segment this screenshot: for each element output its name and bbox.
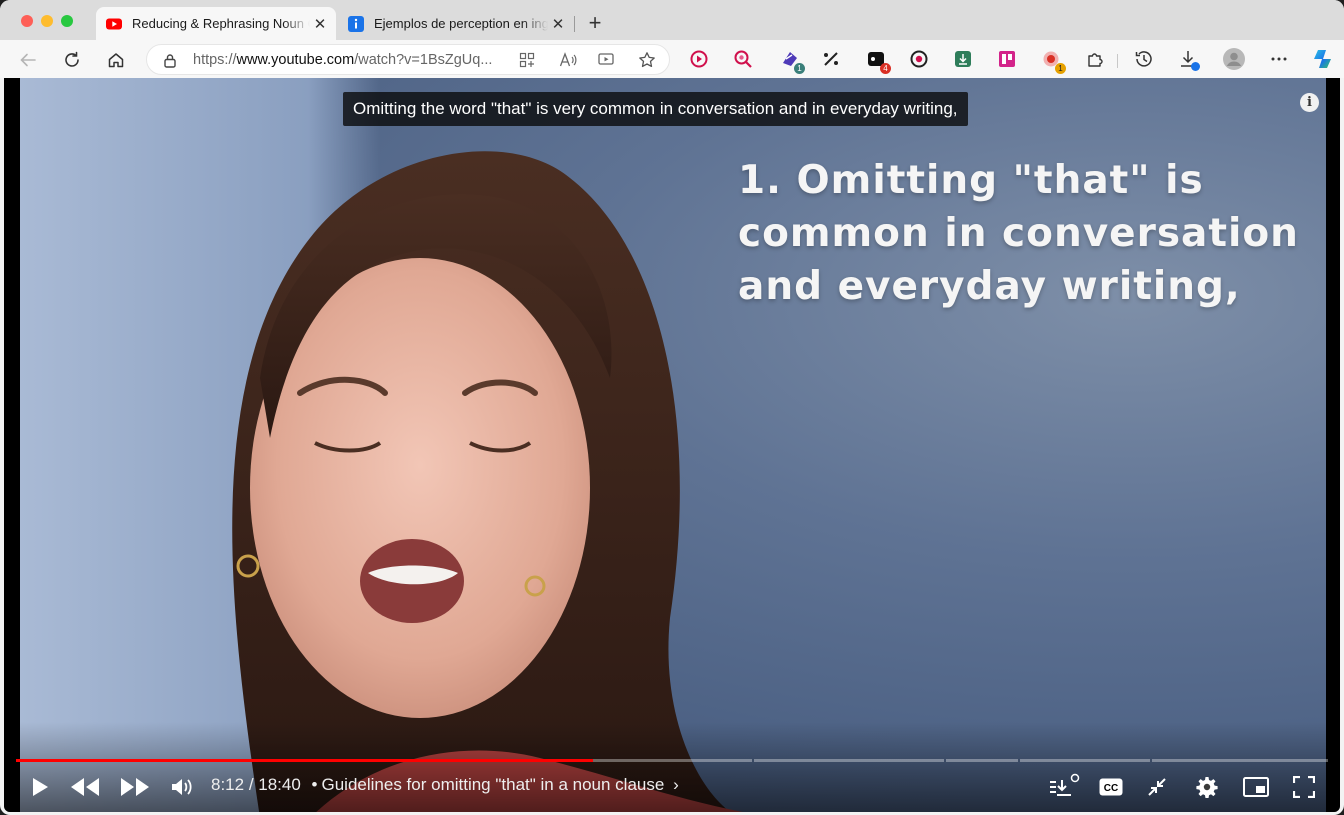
subtitles-cc-icon[interactable]: CC: [1098, 772, 1124, 802]
rewind-icon[interactable]: [68, 772, 102, 802]
home-icon[interactable]: [104, 48, 128, 72]
chapter-segment[interactable]: [576, 759, 752, 762]
purple-extension-icon[interactable]: 1: [780, 49, 805, 74]
chapter-segment[interactable]: [1020, 759, 1150, 762]
extension-badge: 4: [880, 63, 891, 74]
dots-extension-icon[interactable]: [821, 49, 841, 69]
time-total: 18:40: [258, 775, 301, 794]
chapter-chevron-icon[interactable]: ›: [673, 775, 679, 794]
extensions-puzzle-icon[interactable]: [1085, 49, 1105, 69]
extension-badge: 1: [794, 63, 805, 74]
volume-icon[interactable]: [168, 772, 196, 802]
tab-ejemplos[interactable]: Ejemplos de perception en inglés ✕: [338, 7, 574, 40]
video-player[interactable]: 1. Omitting "that" is common in conversa…: [4, 78, 1340, 812]
window-close-button[interactable]: [21, 15, 33, 27]
board-extension-icon[interactable]: [997, 49, 1017, 69]
miniplayer-collapse-icon[interactable]: [1144, 772, 1170, 802]
address-bar[interactable]: https://www.youtube.com/watch?v=1BsZgUq.…: [146, 44, 670, 75]
toolbar-divider: [1117, 54, 1118, 68]
history-icon[interactable]: [1134, 49, 1154, 69]
fullscreen-icon[interactable]: [1291, 772, 1317, 802]
chapter-segment[interactable]: [1152, 759, 1328, 762]
tab-strip: Reducing & Rephrasing Noun Clauses ✕ Eje…: [0, 0, 1344, 40]
youtube-icon: [106, 18, 122, 29]
record-extension-icon[interactable]: [909, 49, 929, 69]
info-card-button[interactable]: i: [1300, 93, 1319, 112]
slide-text: 1. Omitting "that" is common in conversa…: [738, 158, 1299, 309]
chapter-title[interactable]: Guidelines for omitting "that" in a noun…: [322, 775, 665, 794]
tab-close-icon[interactable]: ✕: [548, 14, 568, 34]
more-menu-icon[interactable]: [1269, 49, 1289, 69]
progress-bar[interactable]: [16, 759, 1328, 763]
video-frame[interactable]: 1. Omitting "that" is common in conversa…: [20, 78, 1326, 812]
tab-separator: [574, 16, 575, 32]
chapter-segment[interactable]: [946, 759, 1018, 762]
svg-text:CC: CC: [1104, 783, 1118, 794]
favorite-star-icon[interactable]: [638, 51, 656, 69]
tab-title: Reducing & Rephrasing Noun Clauses: [132, 16, 310, 31]
reload-icon[interactable]: [60, 48, 84, 72]
url-text[interactable]: https://www.youtube.com/watch?v=1BsZgUq.…: [193, 52, 492, 68]
download-status-dot: [1191, 62, 1200, 71]
lock-icon[interactable]: [163, 53, 177, 68]
autoplay-download-icon[interactable]: [1045, 772, 1083, 802]
browser-window: Reducing & Rephrasing Noun Clauses ✕ Eje…: [0, 0, 1344, 815]
window-minimize-button[interactable]: [41, 15, 53, 27]
info-site-icon: [348, 15, 364, 32]
chapter-segment[interactable]: [754, 759, 944, 762]
closed-caption: Omitting the word "that" is very common …: [343, 92, 968, 126]
red-circle-extension-icon[interactable]: 1: [1041, 49, 1066, 74]
new-tab-button[interactable]: +: [584, 12, 606, 34]
app-grid-icon[interactable]: [519, 52, 535, 68]
video-cast-icon[interactable]: [598, 52, 615, 68]
fast-forward-icon[interactable]: [118, 772, 152, 802]
read-aloud-icon[interactable]: [559, 52, 577, 68]
time-current: 8:12: [211, 775, 245, 794]
copilot-icon[interactable]: [1311, 47, 1335, 71]
tab-youtube[interactable]: Reducing & Rephrasing Noun Clauses ✕: [96, 7, 336, 40]
tab-close-icon[interactable]: ✕: [310, 14, 330, 34]
played-progress: [16, 759, 594, 762]
downloads-icon[interactable]: [1178, 49, 1200, 71]
play-button[interactable]: [26, 772, 54, 802]
extension-badge: 1: [1055, 63, 1066, 74]
tab-title: Ejemplos de perception en inglés: [374, 16, 548, 31]
green-download-extension-icon[interactable]: [953, 49, 973, 69]
back-icon[interactable]: [16, 48, 40, 72]
profile-avatar[interactable]: [1223, 48, 1245, 70]
picture-in-picture-icon[interactable]: [1242, 772, 1270, 802]
window-maximize-button[interactable]: [61, 15, 73, 27]
browser-toolbar: https://www.youtube.com/watch?v=1BsZgUq.…: [0, 40, 1344, 78]
youtube-extension-icon[interactable]: [689, 49, 709, 69]
settings-gear-icon[interactable]: [1194, 772, 1220, 802]
time-display: 8:12 / 18:40 • Guidelines for omitting "t…: [211, 775, 679, 794]
dark-extension-icon[interactable]: 4: [866, 49, 891, 74]
search-extension-icon[interactable]: [733, 49, 753, 69]
